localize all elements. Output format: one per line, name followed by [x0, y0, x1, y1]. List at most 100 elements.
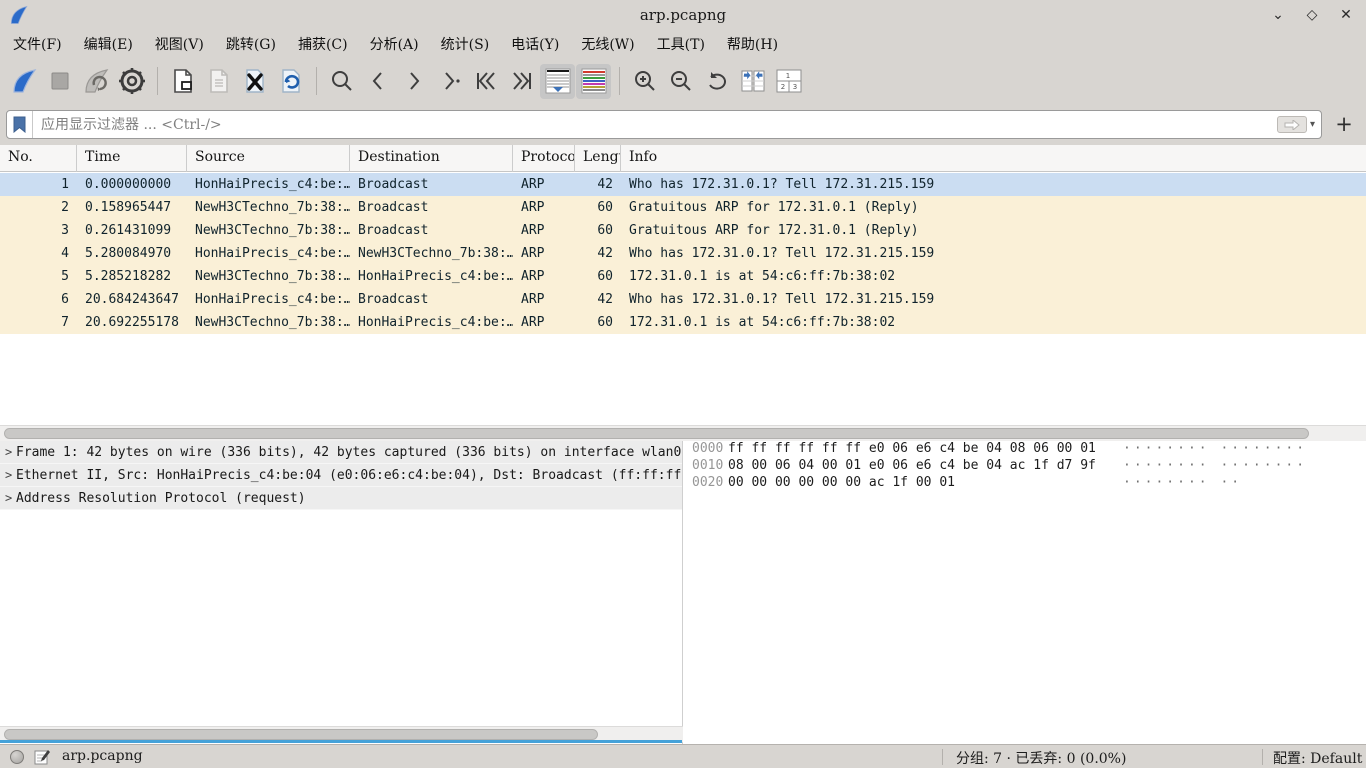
cell-protocol: ARP	[513, 196, 575, 219]
menu-item-4[interactable]: 捕获(C)	[287, 31, 359, 57]
cell-length: 42	[575, 242, 621, 265]
menu-item-0[interactable]: 文件(F)	[2, 31, 73, 57]
cell-time: 20.684243647	[77, 288, 187, 311]
menu-item-9[interactable]: 工具(T)	[646, 31, 716, 57]
next-packet-button[interactable]	[396, 64, 431, 99]
lower-panes: >Frame 1: 42 bytes on wire (336 bits), 4…	[0, 441, 1366, 744]
detail-row-2[interactable]: >Address Resolution Protocol (request)	[0, 487, 682, 510]
cell-length: 60	[575, 196, 621, 219]
filter-apply-button[interactable]	[1277, 116, 1307, 133]
chevron-left-icon	[367, 70, 389, 92]
filter-bookmark-icon[interactable]	[7, 111, 33, 138]
close-button[interactable]: ✕	[1334, 3, 1358, 27]
filter-add-button[interactable]: +	[1330, 110, 1358, 138]
auto-scroll-button[interactable]	[540, 64, 575, 99]
go-to-packet-button[interactable]	[432, 64, 467, 99]
toolbar-separator	[316, 67, 317, 95]
minimize-button[interactable]: ⌄	[1266, 3, 1290, 27]
zoom-reset-button[interactable]	[699, 64, 734, 99]
packet-row[interactable]: 45.280084970HonHaiPrecis_c4:be:…NewH3CTe…	[0, 242, 1366, 265]
packet-row[interactable]: 620.684243647HonHaiPrecis_c4:be:…Broadca…	[0, 288, 1366, 311]
detail-row-0[interactable]: >Frame 1: 42 bytes on wire (336 bits), 4…	[0, 441, 682, 464]
expand-chevron-icon[interactable]: >	[0, 445, 16, 459]
hex-row-1[interactable]: 001008 00 06 04 00 01 e0 06 e6 c4 be 04 …	[684, 458, 1366, 475]
close-file-button[interactable]	[237, 64, 272, 99]
cell-source: HonHaiPrecis_c4:be:…	[187, 288, 350, 311]
packet-row[interactable]: 30.261431099NewH3CTechno_7b:38:…Broadcas…	[0, 219, 1366, 242]
expand-chevron-icon[interactable]: >	[0, 491, 16, 505]
filter-dropdown-caret[interactable]: ▾	[1310, 119, 1315, 130]
cell-info: Gratuitous ARP for 172.31.0.1 (Reply)	[621, 196, 1366, 219]
packet-row[interactable]: 720.692255178NewH3CTechno_7b:38:…HonHaiP…	[0, 311, 1366, 334]
packet-list-header: No.TimeSourceDestinationProtocolLengthIn…	[0, 145, 1366, 172]
menu-item-1[interactable]: 编辑(E)	[73, 31, 144, 57]
open-file-button[interactable]	[165, 64, 200, 99]
reload-file-button[interactable]	[273, 64, 308, 99]
detail-row-1[interactable]: >Ethernet II, Src: HonHaiPrecis_c4:be:04…	[0, 464, 682, 487]
zoom-in-button[interactable]	[627, 64, 662, 99]
cell-length: 60	[575, 265, 621, 288]
cell-info: Who has 172.31.0.1? Tell 172.31.215.159	[621, 173, 1366, 196]
first-packet-button[interactable]	[468, 64, 503, 99]
previous-packet-button[interactable]	[360, 64, 395, 99]
cell-no: 5	[0, 265, 77, 288]
packet-list-hscrollbar[interactable]	[0, 425, 1366, 441]
column-header-protocol[interactable]: Protocol	[513, 145, 575, 172]
colorize-button[interactable]	[576, 64, 611, 99]
maximize-button[interactable]: ◇	[1300, 3, 1324, 27]
status-profile[interactable]: 配置: Default	[1273, 748, 1362, 768]
layout-icon: 1 2 3	[775, 68, 803, 94]
zoom-in-icon	[633, 69, 657, 93]
column-header-length[interactable]: Length	[575, 145, 621, 172]
packet-row[interactable]: 55.285218282NewH3CTechno_7b:38:…HonHaiPr…	[0, 265, 1366, 288]
menu-item-7[interactable]: 电话(Y)	[500, 31, 570, 57]
cell-no: 1	[0, 173, 77, 196]
hex-row-2[interactable]: 002000 00 00 00 00 00 ac 1f 00 01·······…	[684, 475, 1366, 492]
status-separator	[942, 749, 943, 765]
expand-chevron-icon[interactable]: >	[0, 468, 16, 482]
column-header-no[interactable]: No.	[0, 145, 77, 172]
packet-details-pane: >Frame 1: 42 bytes on wire (336 bits), 4…	[0, 441, 683, 744]
cell-time: 5.285218282	[77, 265, 187, 288]
hex-row-0[interactable]: 0000ff ff ff ff ff ff e0 06 e6 c4 be 04 …	[684, 441, 1366, 458]
cell-protocol: ARP	[513, 311, 575, 334]
menu-item-10[interactable]: 帮助(H)	[716, 31, 789, 57]
cell-time: 20.692255178	[77, 311, 187, 334]
menu-item-2[interactable]: 视图(V)	[144, 31, 215, 57]
svg-text:1: 1	[785, 72, 789, 80]
cell-no: 6	[0, 288, 77, 311]
zoom-out-button[interactable]	[663, 64, 698, 99]
column-header-source[interactable]: Source	[187, 145, 350, 172]
packet-row[interactable]: 10.000000000HonHaiPrecis_c4:be:…Broadcas…	[0, 173, 1366, 196]
title-bar: arp.pcapng ⌄ ◇ ✕	[0, 0, 1366, 30]
restart-capture-button[interactable]	[78, 64, 113, 99]
packet-row[interactable]: 20.158965447NewH3CTechno_7b:38:…Broadcas…	[0, 196, 1366, 219]
cell-no: 2	[0, 196, 77, 219]
column-header-info[interactable]: Info	[621, 145, 1366, 172]
cell-protocol: ARP	[513, 173, 575, 196]
scrollbar-thumb[interactable]	[4, 428, 1309, 439]
column-header-time[interactable]: Time	[77, 145, 187, 172]
menu-item-6[interactable]: 统计(S)	[430, 31, 501, 57]
menu-item-8[interactable]: 无线(W)	[570, 31, 645, 57]
save-file-button[interactable]	[201, 64, 236, 99]
expert-info-icon[interactable]	[10, 750, 24, 764]
menu-item-3[interactable]: 跳转(G)	[215, 31, 287, 57]
find-packet-button[interactable]	[324, 64, 359, 99]
menu-item-5[interactable]: 分析(A)	[359, 31, 430, 57]
cell-protocol: ARP	[513, 219, 575, 242]
cell-length: 60	[575, 311, 621, 334]
resize-columns-button[interactable]	[735, 64, 770, 99]
shark-fin-icon	[11, 68, 37, 94]
start-capture-button[interactable]	[6, 64, 41, 99]
status-filename[interactable]: arp.pcapng	[62, 748, 143, 764]
status-bar: arp.pcapng 分组: 7 · 已丢弃: 0 (0.0%) 配置: Def…	[0, 744, 1366, 768]
capture-options-button[interactable]	[114, 64, 149, 99]
column-header-destination[interactable]: Destination	[350, 145, 513, 172]
scrollbar-thumb[interactable]	[4, 729, 598, 740]
capture-comment-icon[interactable]	[34, 749, 50, 765]
stop-capture-button[interactable]	[42, 64, 77, 99]
last-packet-button[interactable]	[504, 64, 539, 99]
display-filter-input[interactable]	[33, 117, 1277, 133]
layout-chooser-button[interactable]: 1 2 3	[771, 64, 806, 99]
